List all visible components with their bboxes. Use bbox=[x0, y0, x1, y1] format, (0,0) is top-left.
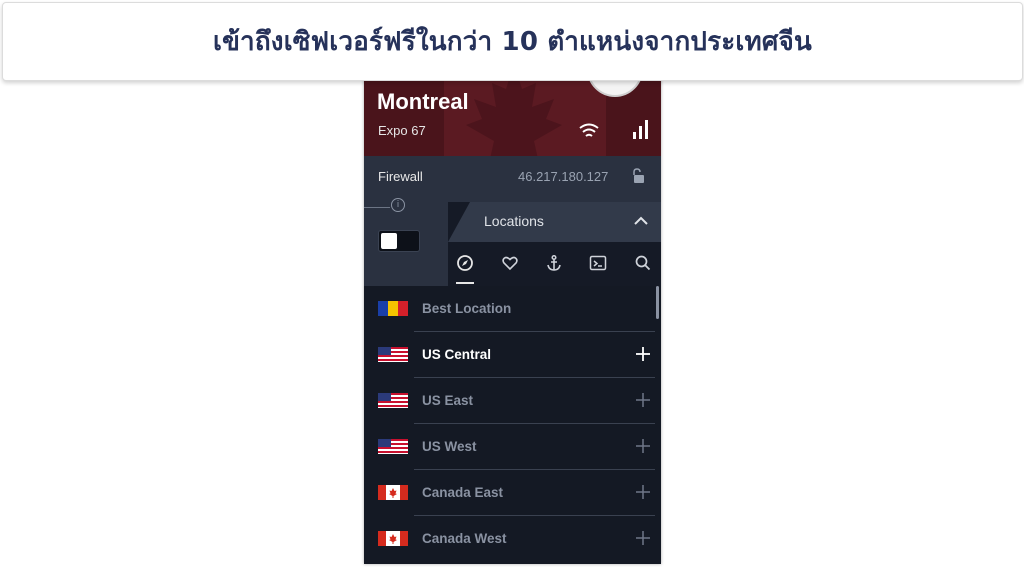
signal-strength-icon bbox=[633, 120, 648, 139]
location-label: Best Location bbox=[422, 301, 512, 316]
info-icon[interactable]: i bbox=[391, 198, 405, 212]
location-label: US West bbox=[422, 439, 477, 454]
firewall-bar: Firewall 46.217.180.127 bbox=[364, 156, 661, 196]
locations-title: Locations bbox=[484, 213, 544, 229]
canada-flag-icon bbox=[378, 485, 408, 500]
usa-flag-icon bbox=[378, 393, 408, 408]
plus-icon[interactable] bbox=[636, 393, 650, 407]
plus-icon[interactable] bbox=[636, 439, 650, 453]
connected-server: Expo 67 bbox=[378, 123, 426, 138]
headline-banner: เข้าถึงเซิฟเวอร์ฟรีในกว่า 10 ตำแหน่งจากป… bbox=[2, 2, 1023, 81]
active-tab-indicator bbox=[456, 282, 474, 284]
vpn-app-window: Montreal Expo 67 Firewall 46.217.180.127… bbox=[364, 79, 661, 564]
location-row-us-central[interactable]: US Central bbox=[364, 332, 661, 378]
ip-address: 46.217.180.127 bbox=[518, 169, 609, 184]
wifi-icon bbox=[579, 123, 599, 137]
plus-icon[interactable] bbox=[636, 347, 650, 361]
plus-icon[interactable] bbox=[636, 531, 650, 545]
firewall-toggle[interactable] bbox=[378, 230, 420, 252]
toggle-knob bbox=[381, 233, 397, 249]
locations-header[interactable] bbox=[448, 202, 661, 242]
location-row-canada-east[interactable]: Canada East bbox=[364, 470, 661, 516]
headline-text: เข้าถึงเซิฟเวอร์ฟรีในกว่า 10 ตำแหน่งจากป… bbox=[213, 27, 812, 57]
usa-flag-icon bbox=[378, 347, 408, 362]
chevron-up-icon[interactable] bbox=[634, 216, 648, 226]
connected-city: Montreal bbox=[377, 89, 469, 114]
location-row-us-east[interactable]: US East bbox=[364, 378, 661, 424]
location-list: Best Location US Central US East US West… bbox=[364, 286, 661, 564]
location-row-us-west[interactable]: US West bbox=[364, 424, 661, 470]
location-label: US East bbox=[422, 393, 474, 408]
firewall-label: Firewall bbox=[378, 169, 423, 184]
connection-hero: Montreal Expo 67 bbox=[364, 79, 661, 156]
location-label: Canada East bbox=[422, 485, 504, 500]
location-row-canada-west[interactable]: Canada West bbox=[364, 516, 661, 562]
plus-icon[interactable] bbox=[636, 485, 650, 499]
compass-icon[interactable] bbox=[456, 254, 474, 272]
divider bbox=[364, 207, 390, 208]
unlock-icon[interactable] bbox=[631, 168, 645, 184]
canada-flag-icon bbox=[378, 531, 408, 546]
heart-icon[interactable] bbox=[501, 254, 519, 272]
romania-flag-icon bbox=[378, 301, 408, 316]
maple-leaf-icon bbox=[466, 79, 562, 156]
search-icon[interactable] bbox=[634, 254, 652, 272]
anchor-icon[interactable] bbox=[545, 254, 563, 272]
location-label: Canada West bbox=[422, 531, 507, 546]
location-row-best[interactable]: Best Location bbox=[364, 286, 661, 332]
terminal-icon[interactable] bbox=[589, 254, 607, 272]
usa-flag-icon bbox=[378, 439, 408, 454]
location-label: US Central bbox=[422, 347, 492, 362]
